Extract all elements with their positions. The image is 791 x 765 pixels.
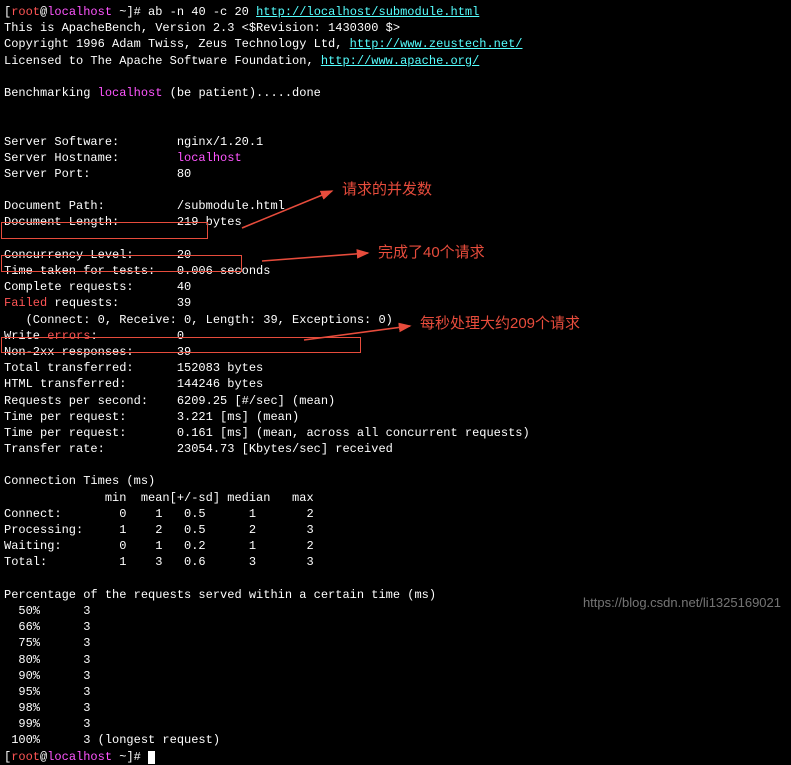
- conn-times-header: min mean[+/-sd] median max: [4, 490, 787, 506]
- conn-times-total: Total: 1 3 0.6 3 3: [4, 554, 787, 570]
- command-text: ab -n 40 -c 20: [148, 5, 256, 19]
- concurrency-level: Concurrency Level: 20: [4, 247, 787, 263]
- pct-99: 99% 3: [4, 716, 787, 732]
- benchmarking-line: Benchmarking localhost (be patient).....…: [4, 85, 787, 101]
- conn-times-processing: Processing: 1 2 0.5 2 3: [4, 522, 787, 538]
- conn-times-title: Connection Times (ms): [4, 473, 787, 489]
- pct-90: 90% 3: [4, 668, 787, 684]
- copyright-line: Copyright 1996 Adam Twiss, Zeus Technolo…: [4, 36, 787, 52]
- prompt-line: [root@localhost ~]# ab -n 40 -c 20 http:…: [4, 4, 787, 20]
- time-taken: Time taken for tests: 0.006 seconds: [4, 263, 787, 279]
- prompt-line-2[interactable]: [root@localhost ~]#: [4, 749, 787, 765]
- server-port: Server Port: 80: [4, 166, 787, 182]
- percentiles-title: Percentage of the requests served within…: [4, 587, 787, 603]
- complete-requests: Complete requests: 40: [4, 279, 787, 295]
- pct-100: 100% 3 (longest request): [4, 732, 787, 748]
- total-transferred: Total transferred: 152083 bytes: [4, 360, 787, 376]
- html-transferred: HTML transferred: 144246 bytes: [4, 376, 787, 392]
- server-hostname: Server Hostname: localhost: [4, 150, 787, 166]
- conn-times-connect: Connect: 0 1 0.5 1 2: [4, 506, 787, 522]
- time-per-request-1: Time per request: 3.221 [ms] (mean): [4, 409, 787, 425]
- pct-80: 80% 3: [4, 652, 787, 668]
- conn-times-waiting: Waiting: 0 1 0.2 1 2: [4, 538, 787, 554]
- terminal-output: [root@localhost ~]# ab -n 40 -c 20 http:…: [4, 4, 787, 765]
- pct-50: 50% 3: [4, 603, 787, 619]
- non-2xx: Non-2xx responses: 39: [4, 344, 787, 360]
- requests-per-second: Requests per second: 6209.25 [#/sec] (me…: [4, 393, 787, 409]
- document-path: Document Path: /submodule.html: [4, 198, 787, 214]
- failed-detail: (Connect: 0, Receive: 0, Length: 39, Exc…: [4, 312, 787, 328]
- pct-95: 95% 3: [4, 684, 787, 700]
- apachebench-version: This is ApacheBench, Version 2.3 <$Revis…: [4, 20, 787, 36]
- command-url: http://localhost/submodule.html: [256, 5, 479, 19]
- failed-requests: Failed requests: 39: [4, 295, 787, 311]
- pct-75: 75% 3: [4, 635, 787, 651]
- transfer-rate: Transfer rate: 23054.73 [Kbytes/sec] rec…: [4, 441, 787, 457]
- time-per-request-2: Time per request: 0.161 [ms] (mean, acro…: [4, 425, 787, 441]
- server-software: Server Software: nginx/1.20.1: [4, 134, 787, 150]
- pct-98: 98% 3: [4, 700, 787, 716]
- cursor-icon: [148, 751, 155, 764]
- document-length: Document Length: 219 bytes: [4, 214, 787, 230]
- write-errors: Write errors: 0: [4, 328, 787, 344]
- license-line: Licensed to The Apache Software Foundati…: [4, 53, 787, 69]
- pct-66: 66% 3: [4, 619, 787, 635]
